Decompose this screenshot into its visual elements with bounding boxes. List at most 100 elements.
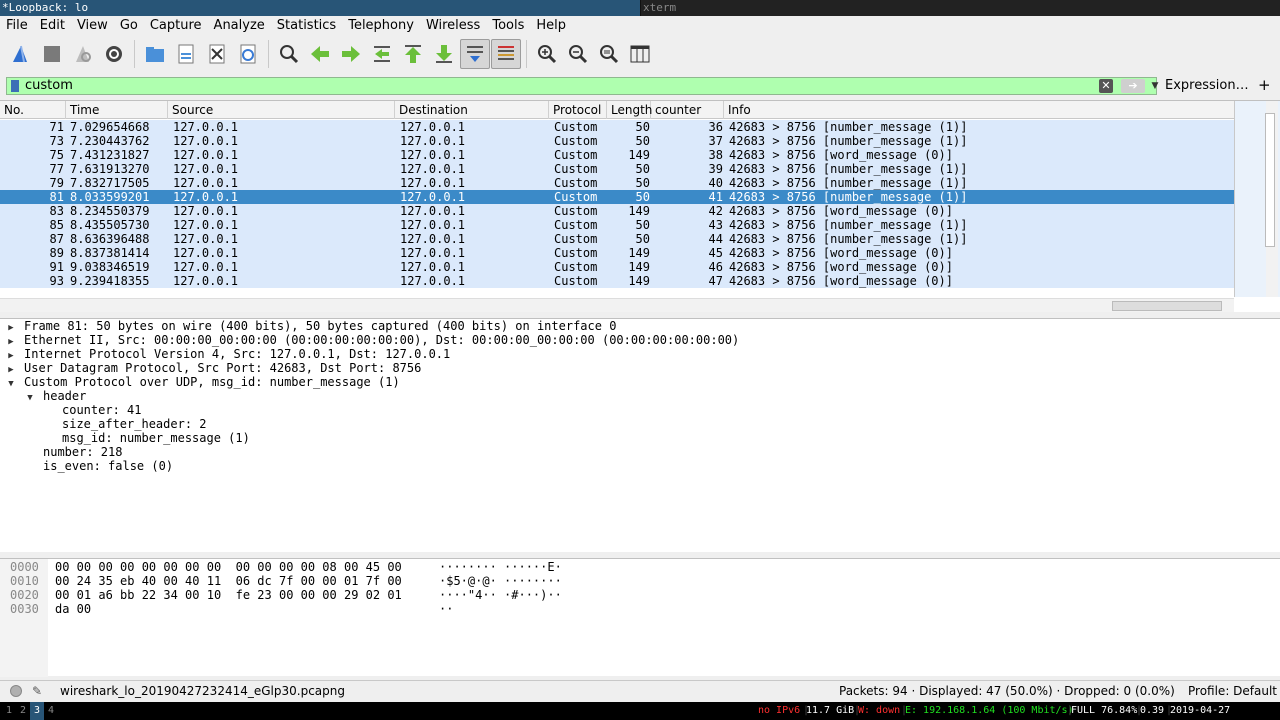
ascii-bytes[interactable]: ·$5·@·@· ········ (439, 574, 562, 588)
packet-row[interactable]: 93 9.239418355 127.0.0.1 127.0.0.1 Custom 149… (0, 274, 1234, 288)
zoom-out-icon[interactable] (563, 39, 593, 69)
filter-dropdown-chevron-icon[interactable]: ▼ (1149, 79, 1161, 93)
profile-label[interactable]: Profile: Default (1188, 681, 1277, 701)
ascii-bytes[interactable]: ········ ······E· (439, 560, 562, 574)
detail-tree-item[interactable]: msg_id: number_message (1) (44, 431, 250, 445)
packet-list-horizontal-scrollbar[interactable] (0, 298, 1234, 312)
cell-source: 127.0.0.1 (173, 162, 239, 176)
workspace-button[interactable]: 4 (44, 702, 58, 720)
detail-tree-item[interactable]: number: 218 (25, 445, 122, 459)
column-header-time[interactable]: Time (66, 101, 168, 119)
column-header-source[interactable]: Source (168, 101, 395, 119)
stop-capture-icon[interactable] (37, 39, 67, 69)
detail-tree-item[interactable]: ▼ header (25, 389, 86, 403)
menu-analyze[interactable]: Analyze (208, 16, 271, 36)
ipv6-status: no IPv6 (758, 705, 801, 716)
apply-filter-arrow-icon[interactable]: ➔ (1121, 79, 1145, 93)
collapse-arrow-icon[interactable]: ▼ (6, 377, 16, 391)
go-last-packet-icon[interactable] (429, 39, 459, 69)
capture-options-gear-icon[interactable] (99, 39, 129, 69)
clear-filter-icon[interactable]: ✕ (1099, 79, 1113, 93)
detail-tree-item[interactable]: size_after_header: 2 (44, 417, 207, 431)
hex-bytes[interactable]: 00 00 00 00 00 00 00 00 00 00 00 00 08 0… (55, 560, 402, 574)
packet-row[interactable]: 79 7.832717505 127.0.0.1 127.0.0.1 Custom 50 4… (0, 176, 1234, 190)
column-header-protocol[interactable]: Protocol (549, 101, 607, 119)
menu-view[interactable]: View (71, 16, 114, 36)
packet-list-vertical-scrollbar[interactable] (1265, 101, 1278, 297)
detail-tree-item[interactable]: ▶ User Datagram Protocol, Src Port: 42683… (6, 361, 421, 375)
menu-telephony[interactable]: Telephony (342, 16, 420, 36)
byte-offset: 0020 (10, 588, 39, 602)
restart-capture-icon[interactable] (68, 39, 98, 69)
scrollbar-thumb[interactable] (1265, 113, 1275, 247)
collapse-arrow-icon[interactable]: ▼ (25, 391, 35, 405)
detail-text: is_even: false (0) (43, 459, 174, 473)
capture-comment-edit-icon[interactable]: ✎ (32, 681, 42, 701)
detail-tree-item[interactable]: ▶ Internet Protocol Version 4, Src: 127.0… (6, 347, 450, 361)
packet-row[interactable]: 89 8.837381414 127.0.0.1 127.0.0.1 Custom 149… (0, 246, 1234, 260)
workspace-button[interactable]: 1 (2, 702, 16, 720)
reload-file-icon[interactable] (233, 39, 263, 69)
packet-row[interactable]: 85 8.435505730 127.0.0.1 127.0.0.1 Custom 50 4… (0, 218, 1234, 232)
packet-row[interactable]: 73 7.230443762 127.0.0.1 127.0.0.1 Custom 50 3… (0, 134, 1234, 148)
workspace-button[interactable]: 2 (16, 702, 30, 720)
packet-row[interactable]: 91 9.038346519 127.0.0.1 127.0.0.1 Custom 149… (0, 260, 1234, 274)
column-header-info[interactable]: Info (724, 101, 1234, 119)
menu-file[interactable]: File (0, 16, 34, 36)
cell-no: 81 (49, 190, 64, 204)
packet-row[interactable]: 75 7.431231827 127.0.0.1 127.0.0.1 Custom 149… (0, 148, 1234, 162)
cell-length: 50 (635, 176, 650, 190)
auto-scroll-icon[interactable] (460, 39, 490, 69)
column-header-destination[interactable]: Destination (395, 101, 549, 119)
ascii-bytes[interactable]: ····"4·· ·#···)·· (439, 588, 562, 602)
column-header-counter[interactable]: counter (651, 101, 724, 119)
cell-destination: 127.0.0.1 (400, 120, 466, 134)
close-file-icon[interactable] (202, 39, 232, 69)
go-forward-arrow-icon[interactable] (336, 39, 366, 69)
packet-row[interactable]: 83 8.234550379 127.0.0.1 127.0.0.1 Custom 149… (0, 204, 1234, 218)
ascii-bytes[interactable]: ·· (439, 602, 453, 616)
packet-row-selected[interactable]: 81 8.033599201 127.0.0.1 127.0.0.1 Custom 50 4… (0, 190, 1234, 204)
save-file-icon[interactable] (171, 39, 201, 69)
menu-wireless[interactable]: Wireless (420, 16, 486, 36)
column-header-no[interactable]: No. (0, 101, 66, 119)
expert-info-icon[interactable] (10, 685, 22, 697)
xterm-title[interactable]: xterm (640, 0, 1280, 16)
menu-help[interactable]: Help (530, 16, 572, 36)
go-to-packet-icon[interactable] (367, 39, 397, 69)
go-first-packet-icon[interactable] (398, 39, 428, 69)
detail-tree-item[interactable]: counter: 41 (44, 403, 141, 417)
open-folder-icon[interactable] (140, 39, 170, 69)
zoom-normal-icon[interactable] (594, 39, 624, 69)
menu-capture[interactable]: Capture (144, 16, 208, 36)
expression-button[interactable]: Expression… (1165, 78, 1249, 93)
detail-tree-item[interactable]: ▼ Custom Protocol over UDP, msg_id: numbe… (6, 375, 399, 391)
hex-bytes[interactable]: da 00 (55, 602, 91, 616)
display-filter-input[interactable] (25, 78, 1085, 94)
column-header-length[interactable]: Length (607, 101, 652, 119)
detail-tree-item[interactable]: ▶ Frame 81: 50 bytes on wire (400 bits), … (6, 319, 616, 333)
detail-tree-item[interactable]: is_even: false (0) (25, 459, 173, 473)
packet-row[interactable]: 71 7.029654668 127.0.0.1 127.0.0.1 Custom 50 3… (0, 120, 1234, 134)
menu-edit[interactable]: Edit (34, 16, 71, 36)
filter-bookmark-icon[interactable] (11, 80, 19, 92)
hex-bytes[interactable]: 00 24 35 eb 40 00 40 11 06 dc 7f 00 00 0… (55, 574, 402, 588)
add-filter-button[interactable]: + (1258, 76, 1271, 94)
find-packet-icon[interactable] (274, 39, 304, 69)
menu-statistics[interactable]: Statistics (271, 16, 342, 36)
go-back-arrow-icon[interactable] (305, 39, 335, 69)
zoom-in-icon[interactable] (532, 39, 562, 69)
menu-go[interactable]: Go (114, 16, 144, 36)
resize-columns-icon[interactable] (625, 39, 655, 69)
colorize-list-icon[interactable] (491, 39, 521, 69)
detail-tree-item[interactable]: ▶ Ethernet II, Src: 00:00:00_00:00:00 (00… (6, 333, 739, 347)
packet-row[interactable]: 77 7.631913270 127.0.0.1 127.0.0.1 Custom 50 3… (0, 162, 1234, 176)
menu-tools[interactable]: Tools (486, 16, 530, 36)
scrollbar-thumb[interactable] (1112, 301, 1222, 311)
start-capture-fin-icon[interactable] (6, 39, 36, 69)
packet-row[interactable]: 87 8.636396488 127.0.0.1 127.0.0.1 Custom 50 4… (0, 232, 1234, 246)
hex-bytes[interactable]: 00 01 a6 bb 22 34 00 10 fe 23 00 00 00 2… (55, 588, 402, 602)
packet-list-minimap[interactable] (1234, 101, 1280, 297)
wifi-status: W: down (858, 705, 901, 716)
workspace-button[interactable]: 3 (30, 702, 44, 720)
